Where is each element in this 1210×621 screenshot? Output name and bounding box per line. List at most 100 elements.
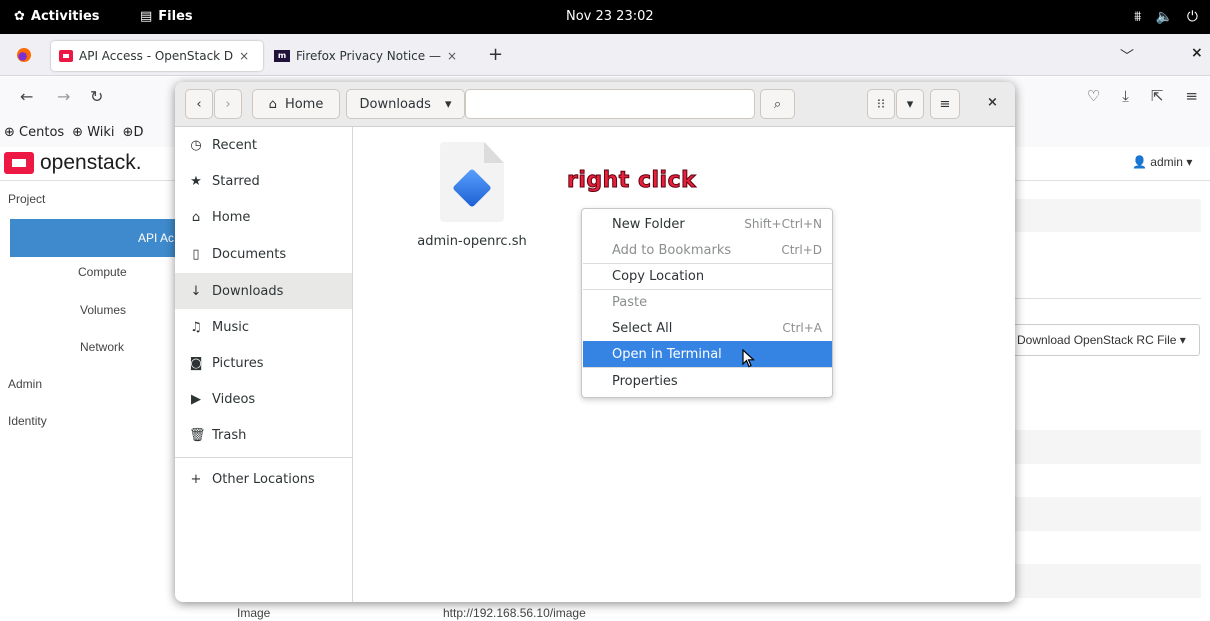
- system-status-area[interactable]: ⩩ 🔈 ⏻: [1134, 0, 1198, 34]
- divider: [1015, 298, 1201, 299]
- forward-button[interactable]: ›: [214, 89, 242, 119]
- gnome-foot-icon: ✿: [14, 9, 25, 24]
- new-tab-button[interactable]: +: [488, 44, 503, 65]
- app-menu[interactable]: ▤ Files: [140, 0, 193, 34]
- menu-item-select-all[interactable]: Select All Ctrl+A: [583, 315, 832, 341]
- openstack-logo-icon: [4, 152, 34, 174]
- plus-icon: +: [190, 471, 202, 487]
- menu-item-open-in-terminal[interactable]: Open in Terminal: [583, 341, 832, 367]
- tab-close-icon[interactable]: ×: [447, 49, 457, 63]
- menu-item-copy-location[interactable]: Copy Location: [583, 263, 832, 289]
- path-downloads-button[interactable]: Downloads ▾: [346, 89, 465, 119]
- activities-button[interactable]: ✿ Activities: [14, 0, 100, 34]
- clock[interactable]: Nov 23 23:02: [566, 0, 654, 34]
- file-admin-openrc[interactable]: admin-openrc.sh: [407, 142, 537, 249]
- tab-close-icon[interactable]: ×: [239, 49, 249, 63]
- openstack-logo[interactable]: openstack.: [4, 151, 142, 175]
- table-row: [1015, 564, 1201, 598]
- annotation-right-click: right click: [566, 168, 697, 194]
- openstack-sidebar: Project API Ac Compute Volumes Network A…: [0, 181, 180, 621]
- grid-view-icon: ⁝⁝: [876, 96, 886, 112]
- sidebar-item-pictures[interactable]: ◙ Pictures: [175, 345, 352, 381]
- view-options-button[interactable]: ▾: [896, 89, 924, 119]
- menu-item-paste[interactable]: Paste: [583, 289, 832, 315]
- menu-button[interactable]: ≡: [930, 89, 960, 119]
- files-app-icon: ▤: [140, 9, 153, 24]
- dropdown-arrow-icon: ▾: [906, 96, 914, 112]
- search-button[interactable]: ⌕: [760, 89, 795, 119]
- sidebar-item-videos[interactable]: ▶ Videos: [175, 381, 352, 417]
- home-icon: ⌂: [191, 209, 201, 225]
- network-icon: ⩩: [1134, 9, 1142, 25]
- nav-identity[interactable]: Identity: [8, 414, 47, 428]
- nav-project[interactable]: Project: [8, 192, 45, 206]
- music-icon: ♫: [190, 319, 202, 335]
- tab-privacy-notice[interactable]: m Firefox Privacy Notice — ×: [266, 41, 478, 71]
- star-icon: ★: [190, 173, 202, 189]
- back-button[interactable]: ‹: [185, 89, 213, 119]
- table-row: [1015, 430, 1201, 464]
- chevron-left-icon: ‹: [196, 96, 202, 112]
- hamburger-menu-icon[interactable]: ≡: [1185, 87, 1198, 105]
- nav-volumes[interactable]: Volumes: [80, 303, 126, 317]
- breadcrumb-strip: [1015, 199, 1201, 232]
- sidebar-item-music[interactable]: ♫ Music: [175, 309, 352, 345]
- view-toggle-button[interactable]: ⁝⁝: [867, 89, 895, 119]
- mozilla-favicon-icon: m: [274, 50, 290, 62]
- sidebar-item-downloads[interactable]: ↓ Downloads: [175, 273, 352, 309]
- window-close-icon[interactable]: ×: [1191, 45, 1203, 61]
- nav-api-access[interactable]: API Ac: [10, 219, 180, 257]
- sidebar-item-starred[interactable]: ★ Starred: [175, 163, 352, 199]
- bookmark-wiki[interactable]: ⊕ Wiki: [72, 125, 114, 140]
- user-icon: 👤: [1132, 155, 1147, 169]
- trash-icon: 🗑: [189, 427, 206, 443]
- mouse-pointer-icon: [742, 349, 756, 368]
- gnome-top-bar: ✿ Activities ▤ Files Nov 23 23:02 ⩩ 🔈 ⏻: [0, 0, 1210, 34]
- close-icon[interactable]: ×: [987, 95, 998, 110]
- places-sidebar: ◷ Recent ★ Starred ⌂ Home ▯ Documents ↓ …: [175, 127, 353, 602]
- tab-list-chevron-icon[interactable]: ﹀: [1120, 46, 1134, 66]
- download-icon: ↓: [190, 283, 202, 299]
- firefox-tab-bar: API Access - OpenStack D × m Firefox Pri…: [0, 34, 1210, 76]
- path-bar-empty[interactable]: [465, 89, 755, 119]
- path-home-button[interactable]: ⌂ Home: [252, 89, 340, 119]
- volume-icon: 🔈: [1155, 9, 1173, 25]
- sidebar-item-home[interactable]: ⌂ Home: [175, 199, 352, 235]
- hamburger-menu-icon: ≡: [939, 96, 951, 112]
- context-menu: New Folder Shift+Ctrl+N Add to Bookmarks…: [581, 208, 833, 398]
- back-arrow-icon[interactable]: ←: [20, 87, 33, 106]
- shell-script-icon: [440, 142, 504, 222]
- camera-icon: ◙: [189, 355, 203, 371]
- menu-item-properties[interactable]: Properties: [583, 368, 832, 394]
- firefox-icon[interactable]: [17, 48, 31, 62]
- document-icon: ▯: [192, 246, 200, 262]
- service-endpoint-cell: http://192.168.56.10/image: [443, 606, 586, 620]
- share-icon[interactable]: ⇱: [1151, 87, 1164, 105]
- downloads-icon[interactable]: ⤓: [1122, 87, 1129, 105]
- bookmark-centos[interactable]: ⊕ Centos: [4, 125, 64, 140]
- power-icon: ⏻: [1186, 9, 1198, 25]
- bookmark-d[interactable]: ⊕D: [123, 125, 144, 140]
- sidebar-item-trash[interactable]: 🗑 Trash: [175, 417, 352, 453]
- user-menu[interactable]: 👤 admin ▾: [1132, 155, 1192, 169]
- menu-item-add-to-bookmarks[interactable]: Add to Bookmarks Ctrl+D: [583, 237, 832, 263]
- sidebar-item-documents[interactable]: ▯ Documents: [175, 236, 352, 272]
- reload-icon[interactable]: ↻: [90, 87, 103, 106]
- nav-network[interactable]: Network: [80, 340, 124, 354]
- home-icon: ⌂: [268, 96, 277, 112]
- chevron-right-icon: ›: [225, 96, 231, 112]
- tab-api-access[interactable]: API Access - OpenStack D ×: [51, 41, 263, 71]
- forward-arrow-icon[interactable]: →: [57, 87, 70, 106]
- nav-admin[interactable]: Admin: [8, 377, 42, 391]
- sidebar-item-recent[interactable]: ◷ Recent: [175, 127, 352, 163]
- nav-compute[interactable]: Compute: [78, 265, 127, 279]
- files-headerbar: ‹ › ⌂ Home Downloads ▾ ⌕ ⁝⁝ ▾ ≡ ×: [175, 82, 1015, 127]
- pocket-icon[interactable]: ♡: [1087, 87, 1100, 105]
- service-name-cell: Image: [237, 606, 271, 620]
- sidebar-divider: [175, 457, 352, 458]
- download-rc-file-button[interactable]: Download OpenStack RC File ▾: [1011, 324, 1200, 356]
- menu-item-new-folder[interactable]: New Folder Shift+Ctrl+N: [583, 211, 832, 237]
- sidebar-item-other-locations[interactable]: + Other Locations: [175, 461, 352, 497]
- dropdown-arrow-icon: ▾: [444, 96, 452, 112]
- clock-icon: ◷: [190, 137, 202, 153]
